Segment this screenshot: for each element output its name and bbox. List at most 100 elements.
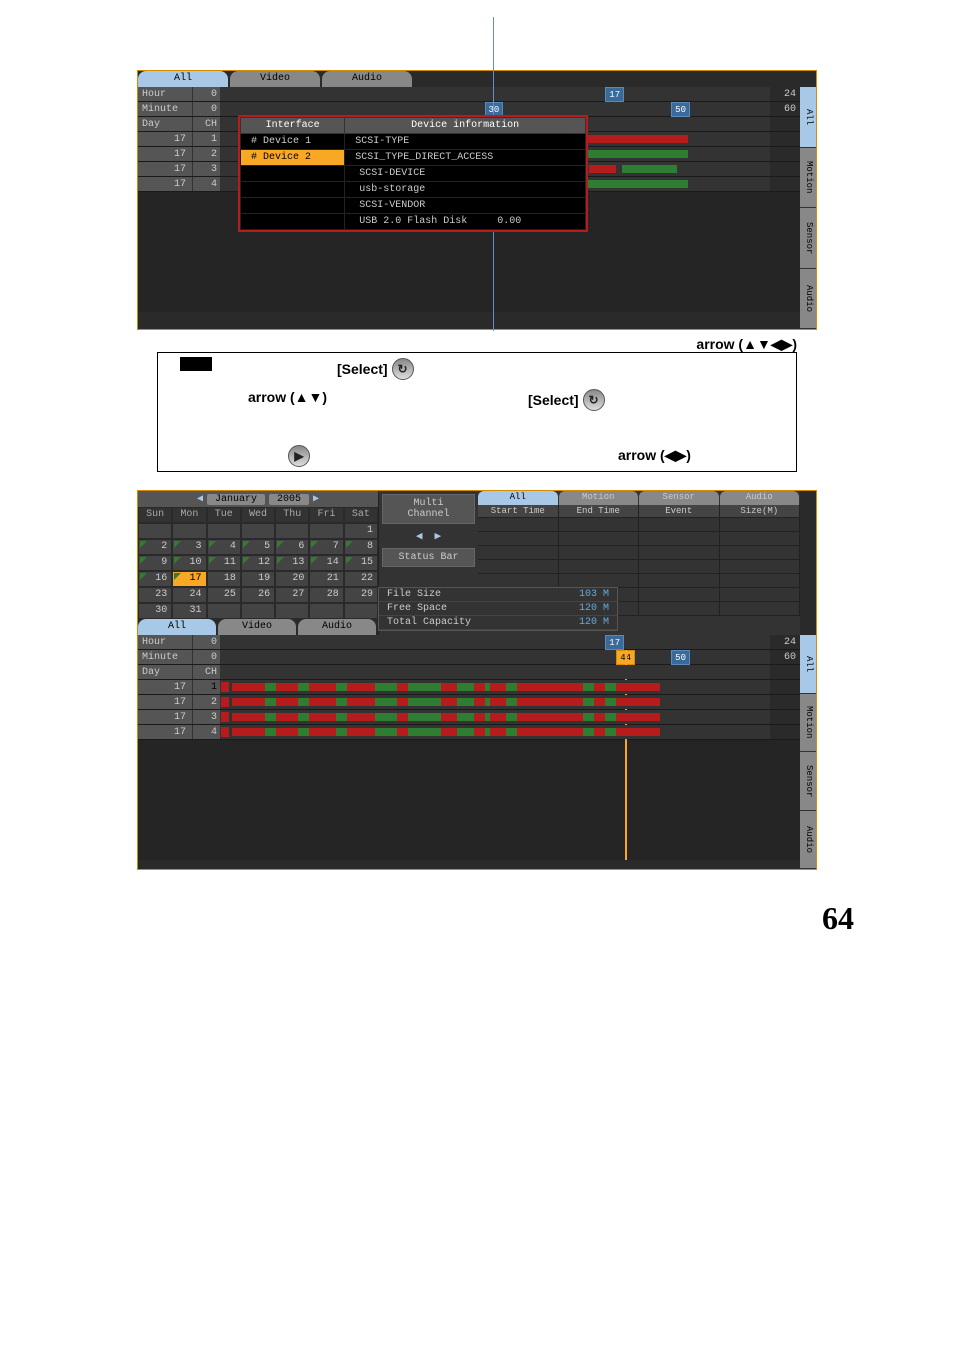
year-label[interactable]: 2005 <box>269 494 309 505</box>
tab-audio[interactable]: Audio <box>322 71 412 87</box>
hour-track-2[interactable]: 17 <box>221 635 770 649</box>
cal-cell <box>207 603 241 619</box>
arrow-4way-label: arrow (▲▼◀▶) <box>696 336 797 353</box>
cal-day-header: Tue <box>207 507 241 523</box>
cal-cell[interactable]: 9 <box>138 555 172 571</box>
hour-cursor-2[interactable]: 17 <box>605 635 624 650</box>
minute-start: 0 <box>193 102 221 116</box>
filesize-value: 103 M <box>579 589 609 600</box>
side-tab-motion-2[interactable]: Motion <box>800 694 816 753</box>
calendar: ◀ January 2005 ▶ SunMonTueWedThuFriSat 1… <box>138 491 378 635</box>
status-bar-button[interactable]: Status Bar <box>382 548 475 567</box>
hour-track[interactable]: 17 <box>221 87 770 101</box>
table-row[interactable] <box>478 546 800 560</box>
cal-cell[interactable]: 7 <box>309 539 343 555</box>
side-tab-audio[interactable]: Audio <box>800 269 816 330</box>
minute-track-2[interactable]: 44 50 <box>221 650 770 664</box>
cal-cell[interactable]: 12 <box>241 555 275 571</box>
page-number: 64 <box>40 900 854 937</box>
channel-nav[interactable]: ◀▶ <box>379 527 478 545</box>
cal-cell <box>275 603 309 619</box>
cal-cell[interactable]: 25 <box>207 587 241 603</box>
side-tab-audio-2[interactable]: Audio <box>800 811 816 870</box>
popup-col-devinfo: Device information <box>345 118 586 134</box>
hour-row: Hour 0 17 24 <box>138 87 800 102</box>
cal-cell[interactable]: 30 <box>138 603 172 619</box>
freespace-label: Free Space <box>387 603 447 614</box>
rtab-audio[interactable]: Audio <box>720 491 800 505</box>
cal-cell[interactable]: 8 <box>344 539 378 555</box>
device-2-row[interactable]: # Device 2 SCSI_TYPE_DIRECT_ACCESS <box>241 150 586 166</box>
cal-cell[interactable]: 6 <box>275 539 309 555</box>
tab-all[interactable]: All <box>138 71 228 87</box>
minute-label: Minute <box>138 102 193 116</box>
cal-cell[interactable]: 2 <box>138 539 172 555</box>
cal-cell[interactable]: 10 <box>172 555 206 571</box>
side-tab-sensor[interactable]: Sensor <box>800 208 816 269</box>
cal-cell[interactable]: 4 <box>207 539 241 555</box>
rtab-motion[interactable]: Motion <box>559 491 639 505</box>
channel-row[interactable]: 173 <box>138 710 800 725</box>
channel-row[interactable]: 171 <box>138 680 800 695</box>
cal-cell[interactable]: 14 <box>309 555 343 571</box>
cal-cell <box>138 523 172 539</box>
device-1-row[interactable]: # Device 1 SCSI-TYPE <box>241 134 586 150</box>
minute-cursor-2[interactable]: 50 <box>671 650 690 665</box>
screenshot-calendar-timeline: ◀ January 2005 ▶ SunMonTueWedThuFriSat 1… <box>137 490 817 870</box>
minute-cursor[interactable]: 50 <box>671 102 690 117</box>
cal-cell[interactable]: 16 <box>138 571 172 587</box>
side-tab-motion[interactable]: Motion <box>800 148 816 209</box>
tab-audio-2[interactable]: Audio <box>298 619 376 635</box>
cal-cell[interactable]: 24 <box>172 587 206 603</box>
side-tab-sensor-2[interactable]: Sensor <box>800 752 816 811</box>
tab-all-2[interactable]: All <box>138 619 216 635</box>
table-row[interactable] <box>478 532 800 546</box>
side-tab-all[interactable]: All <box>800 87 816 148</box>
cal-cell[interactable]: 13 <box>275 555 309 571</box>
multi-channel-button[interactable]: Multi Channel <box>382 494 475 524</box>
day-heading: Day <box>138 117 193 131</box>
cal-cell[interactable]: 23 <box>138 587 172 603</box>
select-icon-2: ↻ <box>583 389 605 411</box>
cal-cell[interactable]: 27 <box>275 587 309 603</box>
cal-cell[interactable]: 18 <box>207 571 241 587</box>
cal-day-header: Thu <box>275 507 309 523</box>
table-row[interactable] <box>478 518 800 532</box>
table-row[interactable] <box>478 560 800 574</box>
side-tab-all-2[interactable]: All <box>800 635 816 694</box>
cal-cell[interactable]: 26 <box>241 587 275 603</box>
cal-cell[interactable]: 1 <box>344 523 378 539</box>
play-icon: ▶ <box>288 445 310 467</box>
minute-end: 60 <box>770 104 800 115</box>
tab-video-2[interactable]: Video <box>218 619 296 635</box>
cal-cell[interactable]: 22 <box>344 571 378 587</box>
channel-row[interactable]: 174 <box>138 725 800 740</box>
cal-cell[interactable]: 5 <box>241 539 275 555</box>
tab-video[interactable]: Video <box>230 71 320 87</box>
cal-cell[interactable]: 31 <box>172 603 206 619</box>
hour-end: 24 <box>770 89 800 100</box>
cal-cell[interactable]: 21 <box>309 571 343 587</box>
cal-cell[interactable]: 11 <box>207 555 241 571</box>
rtab-sensor[interactable]: Sensor <box>639 491 719 505</box>
cal-cell[interactable]: 15 <box>344 555 378 571</box>
cal-cell <box>241 523 275 539</box>
next-month-icon[interactable]: ▶ <box>313 493 319 505</box>
cal-cell[interactable]: 19 <box>241 571 275 587</box>
month-label[interactable]: January <box>207 494 265 505</box>
hour-cursor[interactable]: 17 <box>605 87 624 102</box>
minute-track[interactable]: 30 50 <box>221 102 770 116</box>
table-row[interactable] <box>478 574 800 588</box>
cal-cell[interactable]: 20 <box>275 571 309 587</box>
cal-cell[interactable]: 3 <box>172 539 206 555</box>
rtab-all[interactable]: All <box>478 491 558 505</box>
prev-month-icon[interactable]: ◀ <box>197 493 203 505</box>
channel-next-icon: ▶ <box>435 529 442 543</box>
cal-cell <box>207 523 241 539</box>
cal-cell[interactable]: 17 <box>172 571 206 587</box>
col-size: Size(M) <box>720 505 801 517</box>
cal-cell[interactable]: 29 <box>344 587 378 603</box>
cal-cell[interactable]: 28 <box>309 587 343 603</box>
hour-label: Hour <box>138 87 193 101</box>
channel-row[interactable]: 172 <box>138 695 800 710</box>
